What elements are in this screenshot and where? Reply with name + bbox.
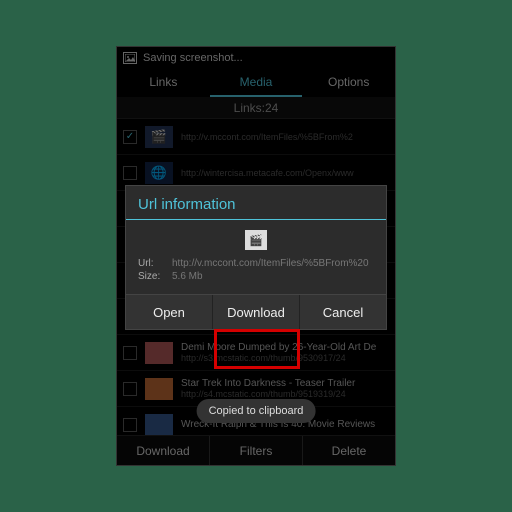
dialog-body: Url: http://v.mccont.com/ItemFiles/%5BFr… bbox=[126, 258, 386, 294]
dialog-actions: Open Download Cancel bbox=[126, 294, 386, 329]
dialog-title: Url information bbox=[126, 186, 386, 219]
cancel-button[interactable]: Cancel bbox=[300, 295, 386, 329]
url-info-dialog: Url information 🎬 Url: http://v.mccont.c… bbox=[125, 185, 387, 330]
video-icon: 🎬 bbox=[245, 230, 267, 250]
url-label: Url: bbox=[138, 258, 166, 269]
divider bbox=[126, 219, 386, 220]
size-value: 5.6 Mb bbox=[172, 271, 203, 282]
dialog-download-button[interactable]: Download bbox=[213, 295, 300, 329]
toast: Copied to clipboard bbox=[197, 399, 316, 423]
dialog-icon-row: 🎬 bbox=[126, 228, 386, 258]
phone-screen: Saving screenshot... Links Media Options… bbox=[116, 46, 396, 466]
url-value: http://v.mccont.com/ItemFiles/%5BFrom%20 bbox=[172, 258, 369, 269]
size-label: Size: bbox=[138, 271, 166, 282]
open-button[interactable]: Open bbox=[126, 295, 213, 329]
